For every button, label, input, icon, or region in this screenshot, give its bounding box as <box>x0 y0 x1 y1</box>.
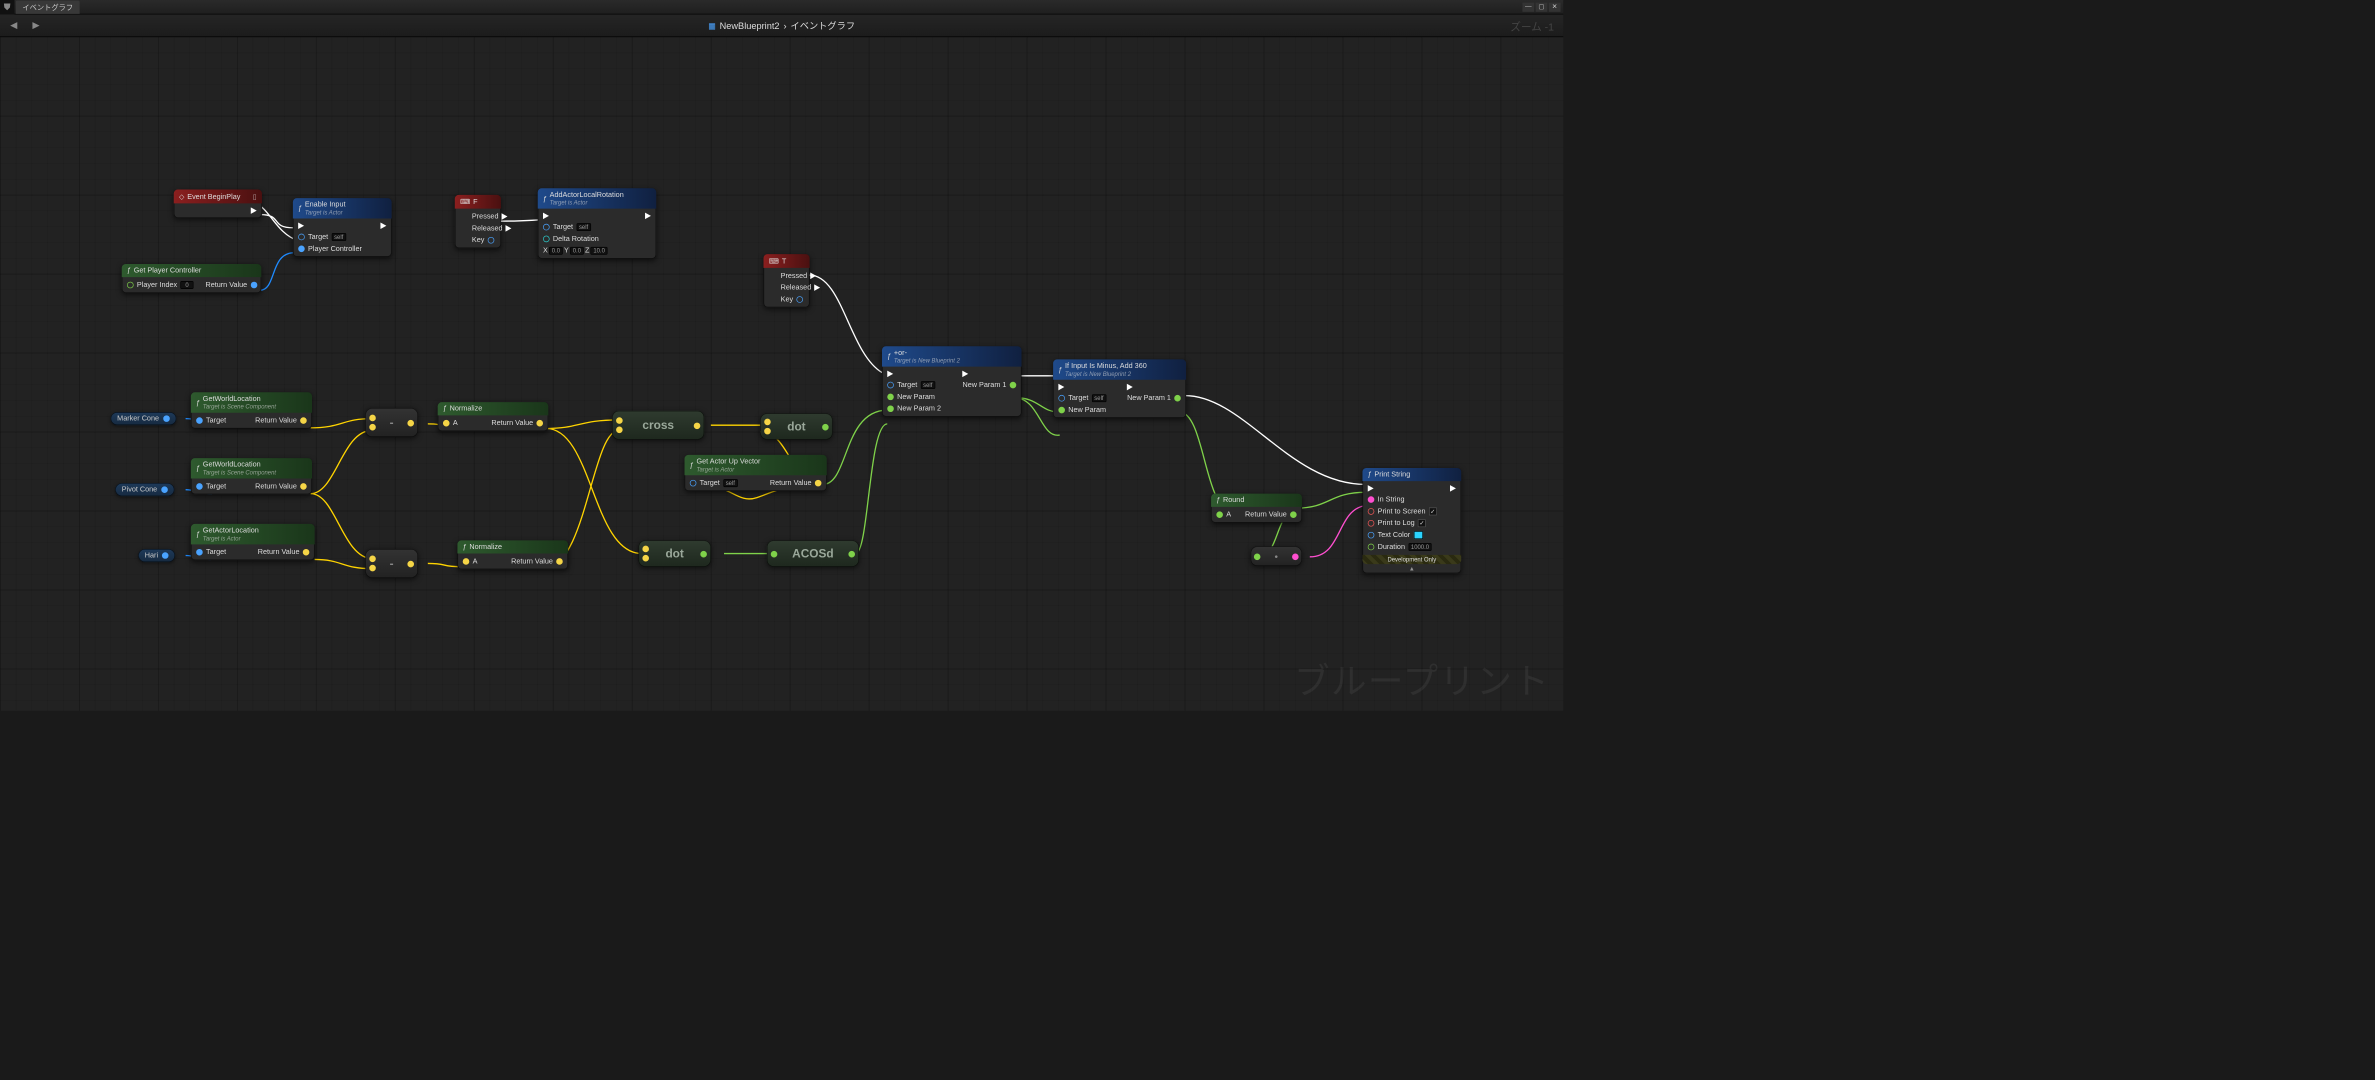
node-get-world-location-2[interactable]: ƒGetWorldLocationTarget is Scene Compone… <box>191 458 312 494</box>
node-normalize-1[interactable]: ƒNormalize A Return Value <box>438 402 549 431</box>
node-enable-input[interactable]: ƒEnable InputTarget is Actor Targetself … <box>293 198 392 257</box>
node-add-actor-local-rotation[interactable]: ƒAddActorLocalRotationTarget is Actor Ta… <box>538 188 656 258</box>
function-icon: ƒ <box>1058 366 1062 374</box>
node-if-minus-add-360[interactable]: ƒIf Input Is Minus, Add 360Target is New… <box>1053 359 1186 418</box>
var-pivot-cone[interactable]: Pivot Cone <box>115 483 174 496</box>
node-get-actor-location[interactable]: ƒGetActorLocationTarget is Actor Target … <box>191 524 315 560</box>
collapse-icon[interactable]: ▲ <box>1362 564 1461 573</box>
function-icon: ƒ <box>543 194 547 202</box>
blueprint-icon: ▦ <box>708 21 715 30</box>
function-icon: ƒ <box>690 461 694 469</box>
node-get-player-controller[interactable]: ƒGet Player Controller Player Index0 Ret… <box>122 264 262 293</box>
keyboard-icon: ⌨ <box>460 197 470 206</box>
exec-out-pin[interactable] <box>380 222 386 229</box>
keyboard-icon: ⌨ <box>769 257 779 266</box>
function-icon: ƒ <box>196 464 200 472</box>
node-print-string[interactable]: ƒPrint String In String Print to Screen✓… <box>1362 468 1461 573</box>
dev-only-badge: Development Only <box>1362 555 1461 564</box>
node-plus-or-minus[interactable]: ƒ+or-Target is New Blueprint 2 Targetsel… <box>882 346 1022 416</box>
breadcrumb-leaf[interactable]: イベントグラフ <box>791 19 856 32</box>
function-icon: ƒ <box>463 543 467 551</box>
tab-eventgraph[interactable]: イベントグラフ <box>16 0 80 13</box>
maximize-button[interactable]: ▢ <box>1536 2 1548 11</box>
minimize-button[interactable]: — <box>1522 2 1534 11</box>
function-icon: ƒ <box>196 530 200 538</box>
breadcrumb[interactable]: ▦ NewBlueprint2 › イベントグラフ <box>708 19 855 32</box>
function-icon: ƒ <box>196 399 200 407</box>
node-dot-1[interactable]: dot <box>760 413 832 439</box>
ue-logo-icon: ⛊ <box>0 0 14 14</box>
exec-out-pin[interactable] <box>251 207 257 214</box>
diamond-icon: ◇ <box>179 192 185 201</box>
function-icon: ƒ <box>887 352 891 360</box>
node-normalize-2[interactable]: ƒNormalize A Return Value <box>457 540 568 569</box>
node-convert[interactable]: • <box>1251 546 1302 566</box>
node-acosd[interactable]: ACOSd <box>767 540 859 566</box>
watermark: ブループリント <box>1294 652 1550 704</box>
node-event-beginplay[interactable]: ◇Event BeginPlay▯ <box>174 190 262 218</box>
node-key-f[interactable]: ⌨F Pressed Released Key <box>455 195 501 248</box>
breadcrumb-root[interactable]: NewBlueprint2 <box>720 20 780 31</box>
toolbar: ◄ ► ▦ NewBlueprint2 › イベントグラフ ズーム -1 <box>0 14 1563 36</box>
close-button[interactable]: ✕ <box>1549 2 1561 11</box>
var-marker-cone[interactable]: Marker Cone <box>111 412 177 425</box>
node-get-actor-up-vector[interactable]: ƒGet Actor Up VectorTarget is Actor Targ… <box>685 455 827 491</box>
color-swatch[interactable] <box>1414 531 1423 539</box>
node-subtract-2[interactable]: - <box>365 549 418 578</box>
zoom-label: ズーム -1 <box>1510 17 1554 33</box>
graph-canvas[interactable]: ◇Event BeginPlay▯ ƒEnable InputTarget is… <box>0 37 1563 711</box>
node-subtract-1[interactable]: - <box>365 408 418 437</box>
function-icon: ƒ <box>1368 471 1372 479</box>
node-round[interactable]: ƒRound A Return Value <box>1211 494 1302 523</box>
checkbox[interactable]: ✓ <box>1429 507 1437 515</box>
function-icon: ƒ <box>443 405 447 413</box>
node-dot-2[interactable]: dot <box>638 540 710 566</box>
function-icon: ƒ <box>127 267 131 275</box>
exec-in-pin[interactable] <box>298 222 304 229</box>
titlebar: ⛊ イベントグラフ — ▢ ✕ <box>0 0 1563 14</box>
nav-back-icon[interactable]: ◄ <box>5 18 22 32</box>
var-hari[interactable]: Hari <box>138 549 175 562</box>
node-get-world-location-1[interactable]: ƒGetWorldLocationTarget is Scene Compone… <box>191 392 312 428</box>
checkbox[interactable]: ✓ <box>1418 519 1426 527</box>
node-cross[interactable]: cross <box>612 411 704 440</box>
node-key-t[interactable]: ⌨T Pressed Released Key <box>764 254 810 307</box>
function-icon: ƒ <box>1216 496 1220 504</box>
nav-forward-icon[interactable]: ► <box>28 18 45 32</box>
function-icon: ƒ <box>298 204 302 212</box>
